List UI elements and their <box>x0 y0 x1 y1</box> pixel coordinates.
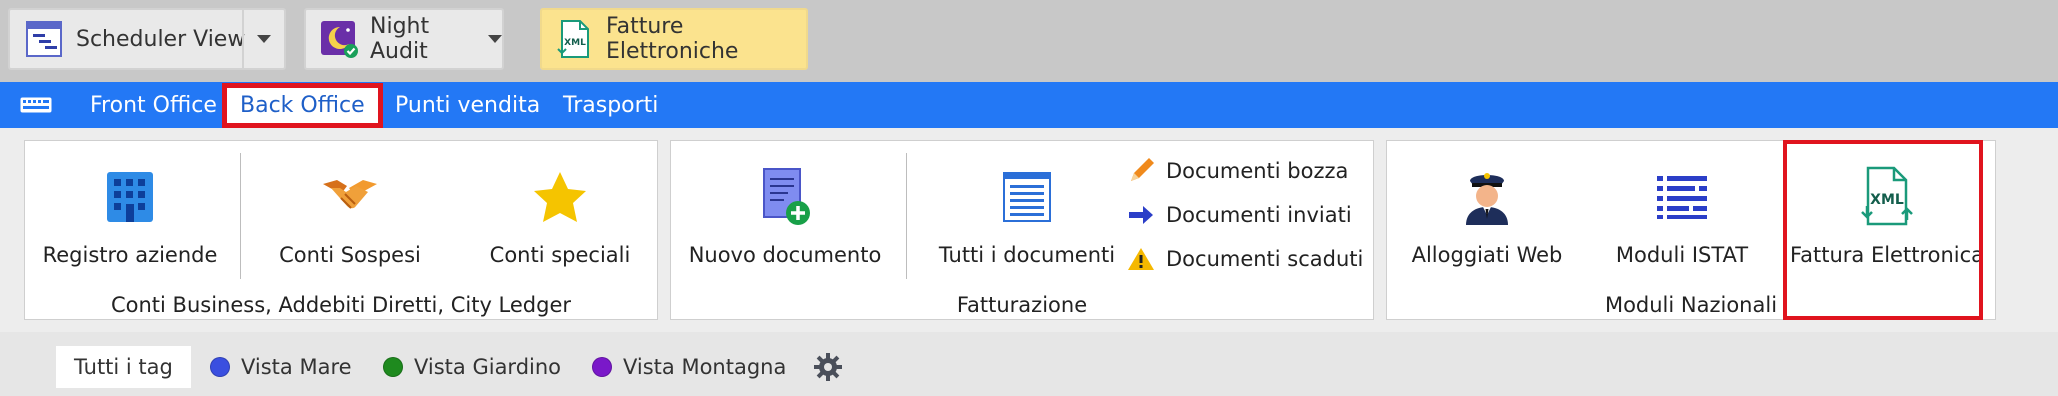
night-audit-icon <box>320 19 358 59</box>
documents-list-icon <box>997 167 1057 227</box>
list-icon <box>1652 167 1712 227</box>
documenti-bozza-label: Documenti bozza <box>1166 159 1349 183</box>
conti-sospesi-label: Conti Sospesi <box>279 243 421 267</box>
tutti-i-documenti-label: Tutti i documenti <box>938 243 1116 267</box>
main-nav-bar: Front Office Back Office Punti vendita T… <box>0 82 2058 128</box>
conti-speciali-button[interactable]: Conti speciali <box>475 141 645 281</box>
nav-front-office[interactable]: Front Office <box>90 82 217 128</box>
fattura-elettronica-highlight <box>1783 140 1983 320</box>
top-toolbar: Scheduler View Night Audit XML Fatture E… <box>0 0 2058 82</box>
divider <box>240 153 241 279</box>
conti-speciali-label: Conti speciali <box>489 243 631 267</box>
nav-punti-vendita[interactable]: Punti vendita <box>395 82 540 128</box>
tag-vista-giardino[interactable]: Vista Giardino <box>383 346 561 388</box>
registro-aziende-label: Registro aziende <box>42 243 218 267</box>
alloggiati-web-button[interactable]: Alloggiati Web <box>1387 141 1587 281</box>
fatture-elettroniche-label: Fatture Elettroniche <box>606 14 739 64</box>
chevron-down-icon <box>257 35 271 43</box>
scheduler-icon <box>24 19 64 59</box>
group-fatturazione: Nuovo documento Tutti i documenti Docume… <box>670 140 1374 320</box>
tag-label: Vista Giardino <box>414 355 562 379</box>
arrow-right-icon <box>1126 200 1156 230</box>
scheduler-view-button[interactable]: Scheduler View <box>8 8 286 70</box>
moduli-istat-button[interactable]: Moduli ISTAT <box>1592 141 1772 281</box>
police-officer-icon <box>1457 167 1517 227</box>
fatture-elettroniche-button[interactable]: XML Fatture Elettroniche <box>540 8 808 70</box>
documenti-inviati-button[interactable]: Documenti inviati <box>1126 195 1352 235</box>
star-icon <box>530 167 590 227</box>
documenti-inviati-label: Documenti inviati <box>1166 203 1352 227</box>
group-conti-business: Registro aziende Conti Sospesi Conti spe… <box>24 140 658 320</box>
ribbon: Registro aziende Conti Sospesi Conti spe… <box>0 128 2058 332</box>
nuovo-documento-label: Nuovo documento <box>688 243 882 267</box>
conti-sospesi-button[interactable]: Conti Sospesi <box>260 141 440 281</box>
vista-giardino-color-dot <box>383 357 403 377</box>
divider <box>906 153 907 279</box>
group-caption: Conti Business, Addebiti Diretti, City L… <box>110 293 572 317</box>
gear-icon[interactable] <box>813 346 843 388</box>
pencil-icon <box>1126 156 1156 186</box>
alloggiati-web-label: Alloggiati Web <box>1411 243 1563 267</box>
tag-tutti[interactable]: Tutti i tag <box>56 346 191 388</box>
tag-vista-montagna[interactable]: Vista Montagna <box>592 346 786 388</box>
scheduler-dropdown-button[interactable] <box>242 10 284 68</box>
warning-icon <box>1126 244 1156 274</box>
vista-mare-color-dot <box>210 357 230 377</box>
documenti-bozza-button[interactable]: Documenti bozza <box>1126 151 1348 191</box>
tag-label: Vista Montagna <box>623 355 787 379</box>
building-icon <box>100 167 160 227</box>
handshake-icon <box>320 167 380 227</box>
chevron-down-icon[interactable] <box>488 35 502 43</box>
new-document-icon <box>755 167 815 227</box>
nav-trasporti[interactable]: Trasporti <box>563 82 658 128</box>
night-audit-label: Night Audit <box>370 14 430 64</box>
tag-label: Vista Mare <box>241 355 352 379</box>
nav-back-office[interactable]: Back Office <box>222 83 383 128</box>
tag-filter-bar: Tutti i tag Vista Mare Vista Giardino Vi… <box>0 332 2058 396</box>
documenti-scaduti-button[interactable]: Documenti scaduti <box>1126 239 1363 279</box>
documenti-scaduti-label: Documenti scaduti <box>1166 247 1364 271</box>
vista-montagna-color-dot <box>592 357 612 377</box>
group-caption: Fatturazione <box>956 293 1088 317</box>
tutti-i-documenti-button[interactable]: Tutti i documenti <box>933 141 1121 281</box>
registro-aziende-button[interactable]: Registro aziende <box>25 141 235 281</box>
tag-vista-mare[interactable]: Vista Mare <box>210 346 352 388</box>
nuovo-documento-button[interactable]: Nuovo documento <box>671 141 899 281</box>
xml-file-icon: XML <box>556 19 594 59</box>
night-audit-button[interactable]: Night Audit <box>304 8 504 70</box>
moduli-istat-label: Moduli ISTAT <box>1615 243 1749 267</box>
scheduler-view-label: Scheduler View <box>76 26 246 52</box>
keyboard-icon[interactable] <box>20 82 52 128</box>
svg-text:XML: XML <box>564 38 586 48</box>
